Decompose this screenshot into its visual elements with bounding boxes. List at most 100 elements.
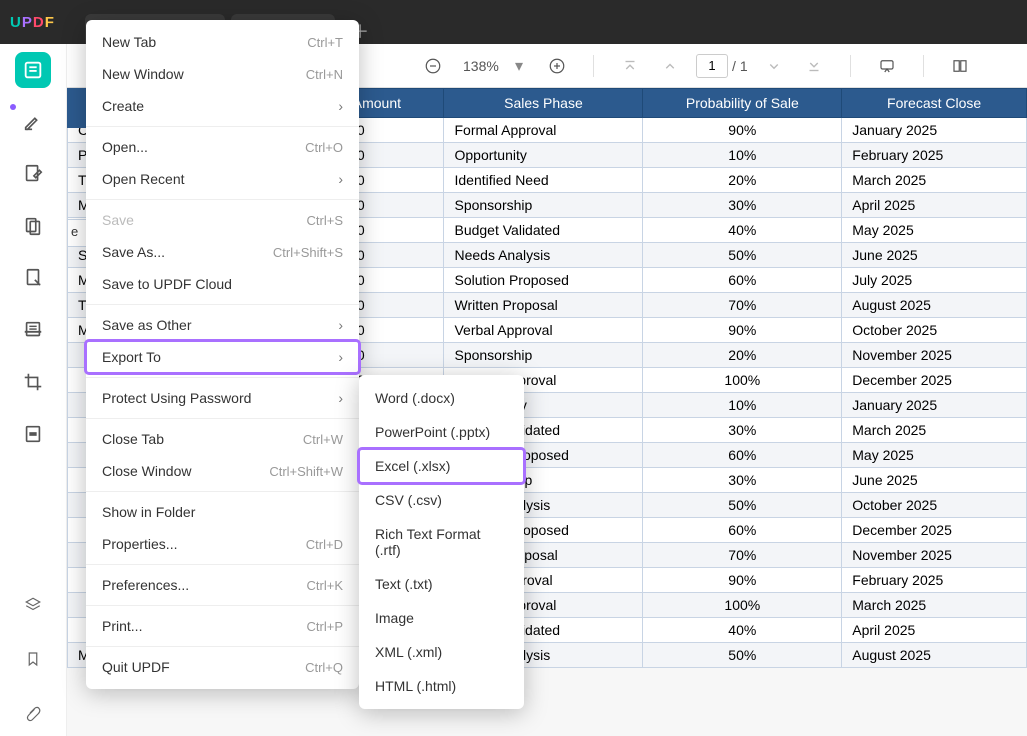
zoom-dropdown[interactable]: ▾: [515, 56, 523, 76]
table-cell: 30%: [643, 418, 842, 443]
export-powerpoint[interactable]: PowerPoint (.pptx): [359, 415, 524, 449]
export-html[interactable]: HTML (.html): [359, 669, 524, 703]
page-input[interactable]: [696, 54, 728, 78]
column-header: Probability of Sale: [643, 89, 842, 118]
first-page-button[interactable]: [616, 52, 644, 80]
menu-export-to[interactable]: Export To›: [86, 341, 359, 373]
table-cell: 70%: [643, 293, 842, 318]
attachment-button[interactable]: [18, 698, 48, 728]
menu-close-window[interactable]: Close WindowCtrl+Shift+W: [86, 455, 359, 487]
table-cell: Opportunity: [444, 143, 643, 168]
table-cell: December 2025: [842, 368, 1027, 393]
table-cell: 90%: [643, 118, 842, 143]
two-page-icon: [951, 57, 969, 75]
toolbar-separator: [850, 55, 851, 77]
table-cell: 50%: [643, 643, 842, 668]
organize-tool[interactable]: [15, 208, 51, 244]
form-tool[interactable]: [15, 260, 51, 296]
table-cell: April 2025: [842, 618, 1027, 643]
menu-save-cloud[interactable]: Save to UPDF Cloud: [86, 268, 359, 300]
export-csv[interactable]: CSV (.csv): [359, 483, 524, 517]
chevron-right-icon: ›: [338, 171, 343, 187]
table-cell: June 2025: [842, 468, 1027, 493]
table-cell: 40%: [643, 218, 842, 243]
table-cell: August 2025: [842, 643, 1027, 668]
page-total: 1: [740, 58, 748, 74]
menu-print[interactable]: Print...Ctrl+P: [86, 610, 359, 642]
export-word[interactable]: Word (.docx): [359, 381, 524, 415]
menu-show-folder[interactable]: Show in Folder: [86, 496, 359, 528]
toolbar-separator: [923, 55, 924, 77]
presentation-icon: [878, 57, 896, 75]
menu-properties[interactable]: Properties...Ctrl+D: [86, 528, 359, 560]
export-excel[interactable]: Excel (.xlsx): [359, 449, 524, 483]
plus-circle-icon: [548, 57, 566, 75]
menu-open-recent[interactable]: Open Recent›: [86, 163, 359, 195]
table-cell: 30%: [643, 468, 842, 493]
table-cell: December 2025: [842, 518, 1027, 543]
last-page-button[interactable]: [800, 52, 828, 80]
layers-button[interactable]: [18, 590, 48, 620]
table-cell: February 2025: [842, 568, 1027, 593]
file-menu: New TabCtrl+T New WindowCtrl+N Create› O…: [86, 20, 359, 689]
table-cell: May 2025: [842, 218, 1027, 243]
scan-icon: [22, 319, 44, 341]
table-cell: May 2025: [842, 443, 1027, 468]
menu-create[interactable]: Create›: [86, 90, 359, 122]
table-cell: Needs Analysis: [444, 243, 643, 268]
menu-new-tab[interactable]: New TabCtrl+T: [86, 26, 359, 58]
menu-preferences[interactable]: Preferences...Ctrl+K: [86, 569, 359, 601]
export-text[interactable]: Text (.txt): [359, 567, 524, 601]
paperclip-icon: [24, 704, 42, 722]
left-sidebar: [0, 44, 67, 736]
table-cell: 30%: [643, 193, 842, 218]
export-image[interactable]: Image: [359, 601, 524, 635]
table-cell: 70%: [643, 543, 842, 568]
toolbar-separator: [593, 55, 594, 77]
menu-save: SaveCtrl+S: [86, 204, 359, 236]
redact-tool[interactable]: [15, 416, 51, 452]
zoom-out-button[interactable]: [419, 52, 447, 80]
menu-close-tab[interactable]: Close TabCtrl+W: [86, 423, 359, 455]
ocr-tool[interactable]: [15, 312, 51, 348]
menu-save-as[interactable]: Save As...Ctrl+Shift+S: [86, 236, 359, 268]
reader-tool[interactable]: [15, 52, 51, 88]
table-cell: August 2025: [842, 293, 1027, 318]
menu-new-window[interactable]: New WindowCtrl+N: [86, 58, 359, 90]
view-mode-button[interactable]: [946, 52, 974, 80]
menu-open[interactable]: Open...Ctrl+O: [86, 131, 359, 163]
crop-icon: [22, 371, 44, 393]
notification-dot-icon: [10, 104, 16, 110]
export-xml[interactable]: XML (.xml): [359, 635, 524, 669]
edit-tool[interactable]: [15, 156, 51, 192]
menu-quit[interactable]: Quit UPDFCtrl+Q: [86, 651, 359, 683]
highlight-tool[interactable]: [15, 104, 51, 140]
crop-tool[interactable]: [15, 364, 51, 400]
chevron-down-icon: [765, 57, 783, 75]
table-cell: 40%: [643, 618, 842, 643]
menu-save-other[interactable]: Save as Other›: [86, 309, 359, 341]
table-cell: Identified Need: [444, 168, 643, 193]
table-cell: Sponsorship: [444, 343, 643, 368]
prev-page-button[interactable]: [656, 52, 684, 80]
next-page-button[interactable]: [760, 52, 788, 80]
export-rtf[interactable]: Rich Text Format (.rtf): [359, 517, 524, 567]
reader-icon: [22, 59, 44, 81]
present-button[interactable]: [873, 52, 901, 80]
table-cell: February 2025: [842, 143, 1027, 168]
table-cell: Solution Proposed: [444, 268, 643, 293]
chevron-up-bar-icon: [621, 57, 639, 75]
chevron-up-icon: [661, 57, 679, 75]
partial-cell: e: [67, 219, 87, 247]
table-cell: Sponsorship: [444, 193, 643, 218]
layers-icon: [24, 596, 42, 614]
bookmark-button[interactable]: [18, 644, 48, 674]
table-cell: 10%: [643, 393, 842, 418]
table-cell: 90%: [643, 568, 842, 593]
menu-protect[interactable]: Protect Using Password›: [86, 382, 359, 414]
table-cell: October 2025: [842, 318, 1027, 343]
bookmark-icon: [24, 650, 42, 668]
zoom-in-button[interactable]: [543, 52, 571, 80]
table-cell: Verbal Approval: [444, 318, 643, 343]
column-header: Sales Phase: [444, 89, 643, 118]
